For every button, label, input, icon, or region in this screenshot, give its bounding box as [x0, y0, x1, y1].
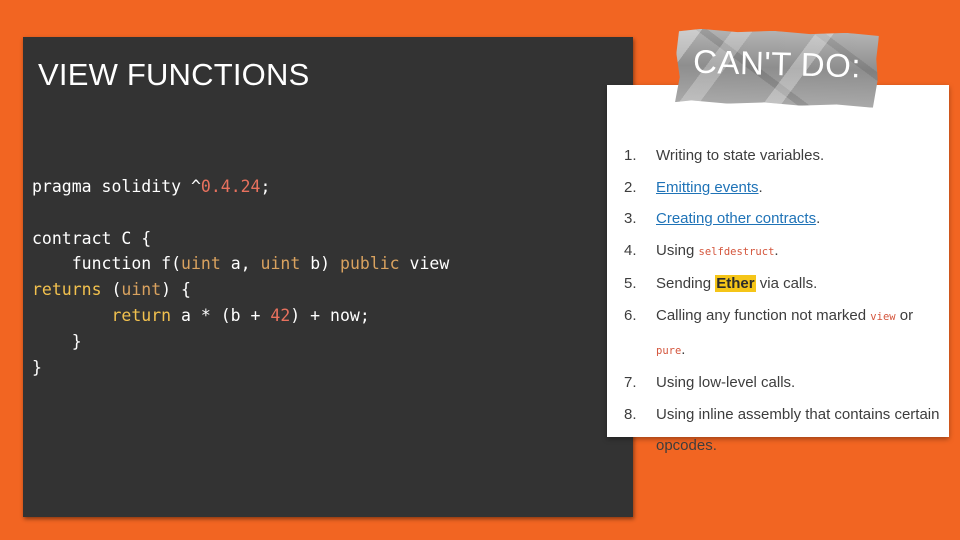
list-item: 6. Calling any function not marked view … [624, 306, 914, 358]
code-line-1: pragma solidity ^0.4.24; [32, 177, 271, 196]
list-item: 5. Sending Ether via calls. [624, 275, 818, 293]
view-code: view [870, 310, 896, 323]
slide-title: VIEW FUNCTIONS [38, 57, 310, 92]
ether-highlight: Ether [715, 275, 756, 293]
code-line-5: return a * (b + 42) + now; [32, 305, 370, 325]
code-line-4: returns (uint) { [32, 280, 191, 300]
list-item: 8. Using inline assembly that contains c… [624, 405, 940, 455]
code-line-3: function f(uint a, uint b) public view [32, 254, 450, 274]
cant-do-heading: CAN'T DO: [692, 42, 862, 85]
list-item: 2. Emitting events. [624, 178, 763, 196]
list-item: 7. Using low-level calls. [624, 374, 796, 392]
list-item: 1. Writing to state variables. [624, 147, 825, 164]
tape-label-strip: CAN'T DO: [675, 28, 879, 108]
creating-contracts-link[interactable]: Creating other contracts [656, 210, 816, 227]
list-item: 3. Creating other contracts. [624, 210, 821, 228]
list-item: 4. Using selfdestruct. [624, 241, 779, 259]
pure-code: pure [656, 344, 682, 357]
selfdestruct-code: selfdestruct [698, 245, 775, 258]
emitting-events-link[interactable]: Emitting events [656, 179, 759, 196]
cant-do-list: 1. Writing to state variables. 2. Emitti… [624, 140, 940, 462]
code-line-7: } [32, 357, 42, 377]
code-line-2: contract C { [32, 228, 152, 248]
code-line-6: } [32, 331, 82, 351]
code-block: pragma solidity ^0.4.24; contract C { fu… [32, 174, 627, 380]
code-panel: VIEW FUNCTIONS pragma solidity ^0.4.24; … [23, 37, 633, 517]
